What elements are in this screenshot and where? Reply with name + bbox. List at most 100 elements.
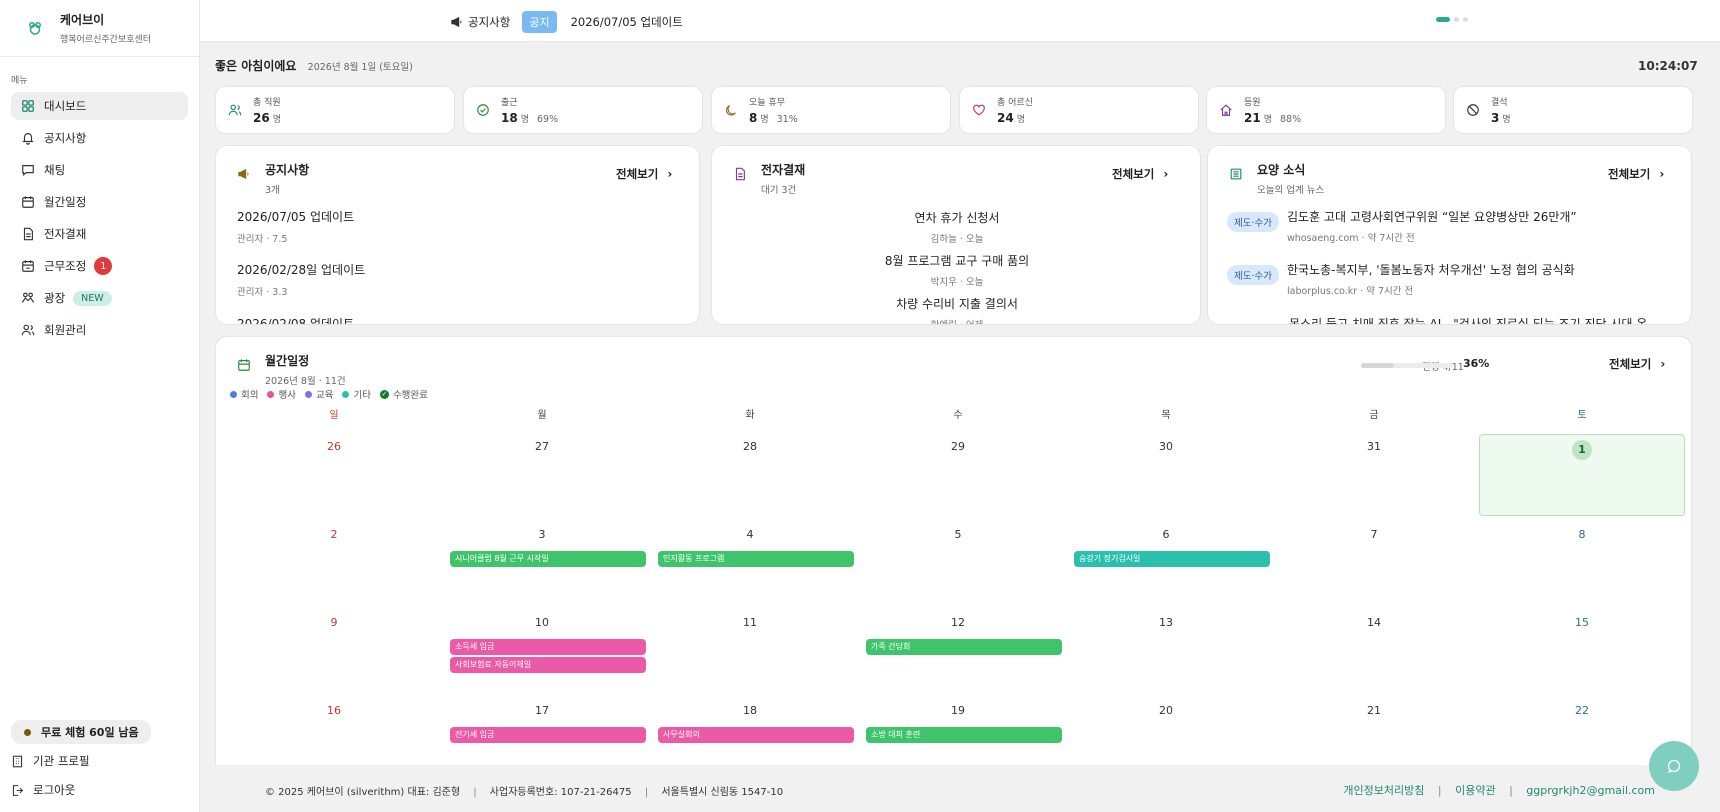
- notice-ticker[interactable]: 공지사항 공지 2026/07/05 업데이트: [450, 11, 683, 33]
- calendar-day[interactable]: 30: [1062, 427, 1270, 515]
- calendar-day[interactable]: 13: [1062, 603, 1270, 691]
- calendar-day[interactable]: 2: [230, 515, 438, 603]
- notice-title: 2026/02/28일 업데이트: [237, 263, 366, 277]
- ticker-dot-active[interactable]: [1436, 17, 1450, 22]
- calendar-day[interactable]: 21: [1270, 691, 1478, 765]
- calendar-event[interactable]: 소방 대피 훈련: [866, 727, 1062, 743]
- calendar-day[interactable]: 14: [1270, 603, 1478, 691]
- calendar-day[interactable]: 12 가족 간담회: [854, 603, 1062, 691]
- calendar-day[interactable]: 8: [1478, 515, 1686, 603]
- calendar-day[interactable]: 27: [438, 427, 646, 515]
- legend-dot-icon: [304, 390, 312, 398]
- day-number: 3: [538, 528, 546, 541]
- calendar-day-today[interactable]: 1: [1479, 434, 1685, 516]
- legend-dot-icon: [267, 390, 275, 398]
- footer-separator: |: [644, 787, 649, 798]
- stat-total-seniors[interactable]: 총 어르신 24 명: [959, 86, 1199, 134]
- calendar-day[interactable]: 6 승강기 정기검사일: [1062, 515, 1270, 603]
- calendar-day[interactable]: 11: [646, 603, 854, 691]
- day-number: 20: [1159, 704, 1173, 717]
- notice-item[interactable]: 2026/02/08 업데이트: [237, 315, 355, 325]
- contact-email-link[interactable]: ggprgrkjh2@gmail.com: [1526, 784, 1655, 797]
- calendar-day[interactable]: 29: [854, 427, 1062, 515]
- news-item[interactable]: 제도·수가 한국노총-복지부, '돌봄노동자 처우개선' 노정 협의 공식화 la…: [1227, 261, 1575, 297]
- ticker-pagination[interactable]: [1436, 17, 1472, 22]
- calendar-day[interactable]: 4 인지활동 프로그램: [646, 515, 854, 603]
- approvals-see-all-button[interactable]: 전체보기 ›: [1112, 166, 1168, 182]
- clock: 10:24:07: [1638, 59, 1698, 73]
- calendar-day[interactable]: 20: [1062, 691, 1270, 765]
- approval-item[interactable]: 차량 수리비 지출 결의서한예린 · 어제: [712, 295, 1200, 324]
- chat-icon: [22, 165, 34, 177]
- calendar-day[interactable]: 31: [1270, 427, 1478, 515]
- news-item[interactable]: 목소리 듣고 치매 징후 잡는 AI…"검사의 진료실 되는 조기 진단 시대 …: [1289, 315, 1647, 324]
- sidebar-item-notices[interactable]: 공지사항: [11, 124, 188, 152]
- calendar-day[interactable]: 26: [230, 427, 438, 515]
- terms-link[interactable]: 이용약관: [1455, 784, 1495, 797]
- stat-total-staff[interactable]: 총 직원 26 명: [215, 86, 455, 134]
- notice-item[interactable]: 2026/07/05 업데이트 관리자 · 7.5: [237, 208, 354, 245]
- weekday-label: 수: [953, 410, 963, 421]
- logout-link[interactable]: 로그아웃: [11, 782, 75, 798]
- sidebar-item-approval[interactable]: 전자결재: [11, 220, 188, 248]
- sidebar-item-calendar[interactable]: 월간일정: [11, 188, 188, 216]
- calendar-event[interactable]: 승강기 정기검사일: [1074, 551, 1270, 567]
- stat-unit: 명: [760, 115, 769, 125]
- sidebar-item-plaza[interactable]: 광장 NEW: [11, 284, 188, 312]
- see-all-label: 전체보기: [1609, 357, 1652, 371]
- calendar-event[interactable]: 사회보험료 자동이체일: [450, 657, 646, 673]
- notice-item[interactable]: 2026/02/28일 업데이트 관리자 · 3.3: [237, 261, 365, 298]
- legend-label: 수행완료: [392, 390, 428, 401]
- calendar-day[interactable]: 28: [646, 427, 854, 515]
- ticker-dot[interactable]: [1463, 17, 1468, 22]
- calendar-day[interactable]: 18 사무실회의: [646, 691, 854, 765]
- calendar-day[interactable]: 9: [230, 603, 438, 691]
- sidebar-item-dashboard[interactable]: 대시보드: [11, 92, 188, 120]
- stat-arrival[interactable]: 등원 21 명 88%: [1206, 86, 1446, 134]
- news-item[interactable]: 제도·수가 김도훈 고대 고령사회연구위원 “일본 요양병상만 26만개” who…: [1227, 208, 1577, 244]
- notices-see-all-button[interactable]: 전체보기 ›: [616, 166, 672, 182]
- calendar-day[interactable]: 10 소득세 입금 사회보험료 자동이체일: [438, 603, 646, 691]
- progress-percent: 36%: [1463, 357, 1490, 370]
- sidebar-item-chat[interactable]: 채팅: [11, 156, 188, 184]
- footer-separator: |: [473, 787, 477, 798]
- logout-label: 로그아웃: [33, 783, 76, 797]
- calendar-day[interactable]: 5: [854, 515, 1062, 603]
- calendar-see-all-button[interactable]: 전체보기 ›: [1609, 356, 1665, 372]
- calendar-day[interactable]: 16: [230, 691, 438, 765]
- calendar-day[interactable]: 15: [1478, 603, 1686, 691]
- ticker-dot[interactable]: [1454, 17, 1459, 22]
- day-number: 16: [327, 704, 341, 717]
- calendar-day[interactable]: 7: [1270, 515, 1478, 603]
- approval-item[interactable]: 8월 프로그램 교구 구매 품의 박지우 · 오늘: [712, 252, 1200, 288]
- card-subtitle: 오늘의 업계 뉴스: [1257, 185, 1325, 196]
- sidebar-item-shift[interactable]: 근무조정 1: [11, 252, 188, 280]
- stat-value: 24: [997, 111, 1014, 125]
- stat-day-off[interactable]: 오늘 휴무 8 명 31%: [711, 86, 951, 134]
- org-profile-link[interactable]: 기관 프로필: [11, 753, 90, 769]
- notice-title: 2026/02/08 업데이트: [237, 317, 355, 325]
- calendar-day[interactable]: 17 전기세 입금: [438, 691, 646, 765]
- stat-attendance[interactable]: 출근 18 명 69%: [463, 86, 703, 134]
- calendar-event[interactable]: 가족 간담회: [866, 639, 1062, 655]
- calendar-day[interactable]: 3 시니어클럽 8월 근무 시작일: [438, 515, 646, 603]
- calendar-event[interactable]: 소득세 입금: [450, 639, 646, 655]
- trial-badge[interactable]: 무료 체험 60일 남음: [11, 720, 151, 744]
- approval-item[interactable]: 연차 휴가 신청서 김하늘 · 오늘: [712, 209, 1200, 245]
- calendar-event[interactable]: 시니어클럽 8월 근무 시작일: [450, 551, 646, 567]
- building-icon: [12, 755, 23, 767]
- calendar-event[interactable]: 인지활동 프로그램: [658, 551, 854, 567]
- org-profile-label: 기관 프로필: [33, 754, 90, 768]
- brand[interactable]: 케어브이 행복어르신주간보호센터: [0, 0, 199, 57]
- privacy-policy-link[interactable]: 개인정보처리방침: [1343, 784, 1424, 797]
- chat-fab-button[interactable]: [1649, 741, 1699, 791]
- calendar-day[interactable]: 19 소방 대피 훈련: [854, 691, 1062, 765]
- calendar-event[interactable]: 사무실회의: [658, 727, 854, 743]
- calendar-event[interactable]: 전기세 입금: [450, 727, 646, 743]
- stat-percent: 31%: [776, 114, 798, 125]
- legend-label: 교육: [315, 390, 334, 401]
- news-see-all-button[interactable]: 전체보기 ›: [1608, 166, 1664, 182]
- stat-absent[interactable]: 결석 3명: [1453, 86, 1693, 134]
- moon-icon: [726, 105, 736, 116]
- sidebar-item-members[interactable]: 회원관리: [11, 316, 188, 344]
